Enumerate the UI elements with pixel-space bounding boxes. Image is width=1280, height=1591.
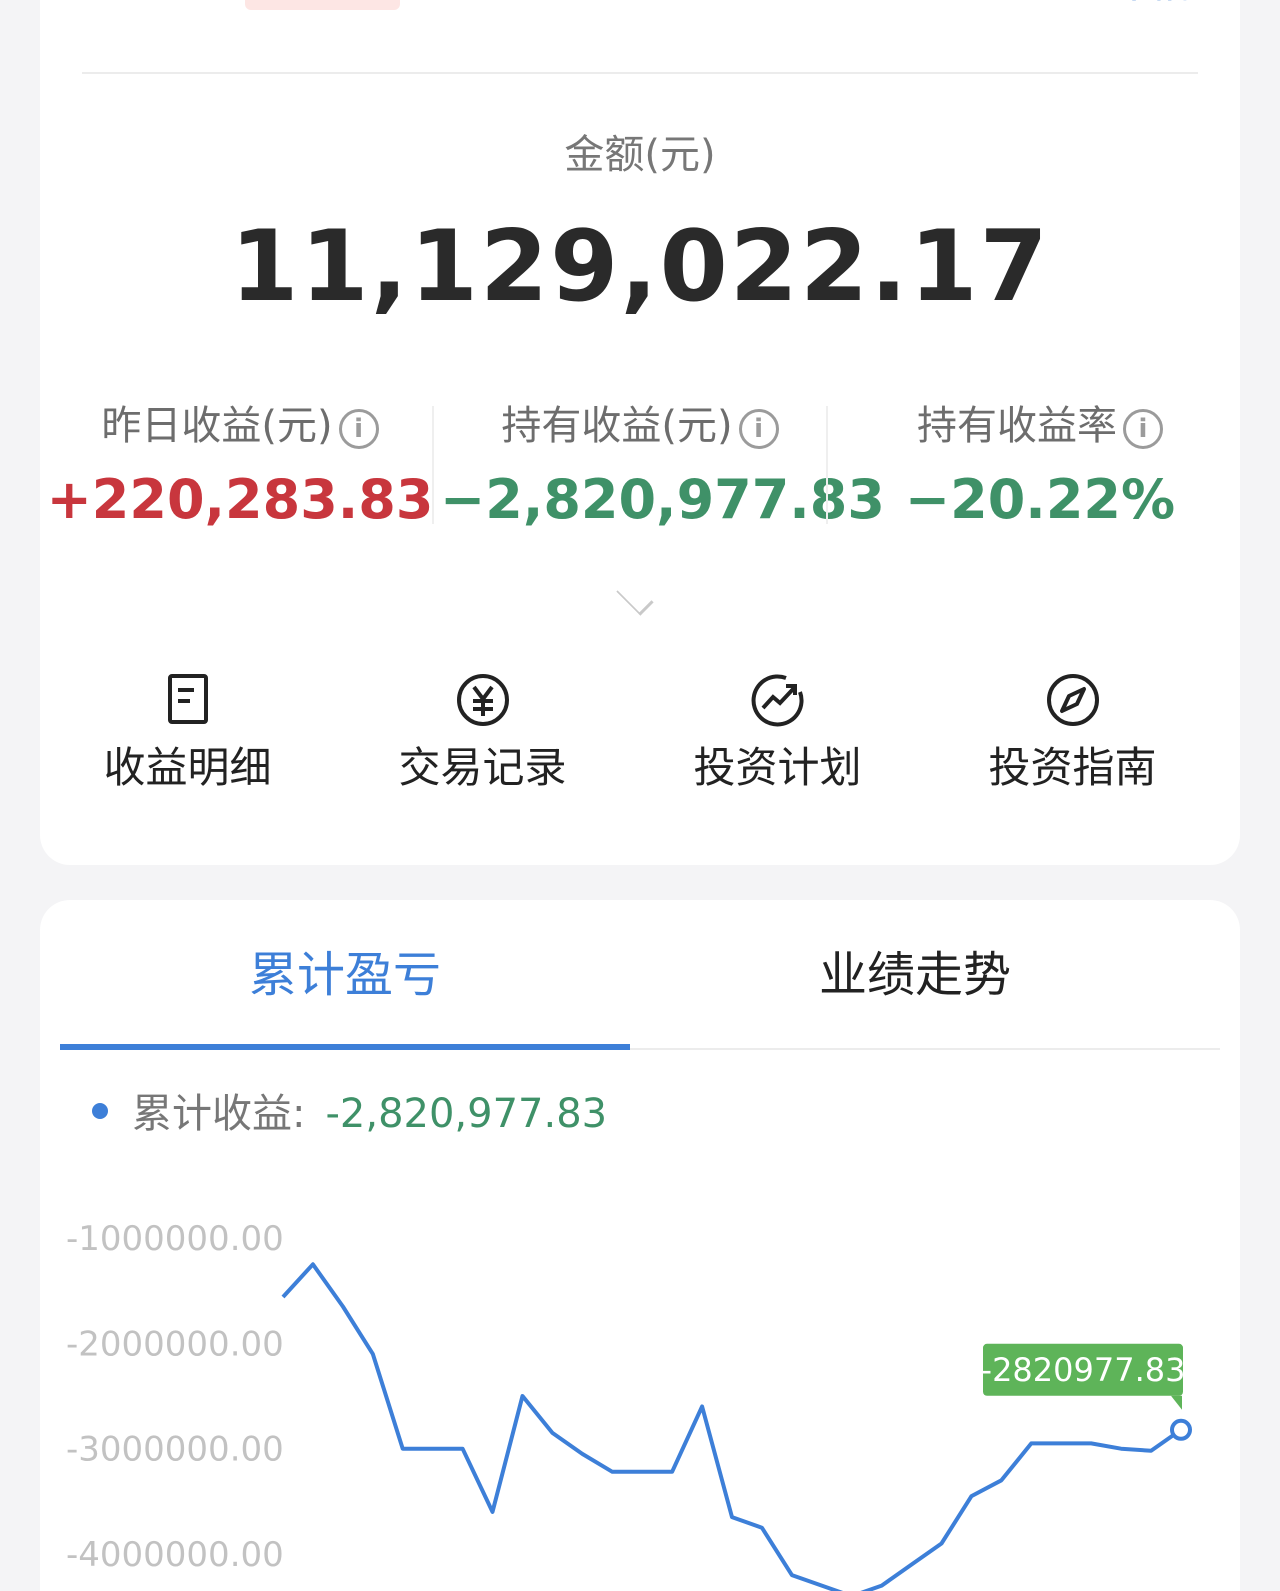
amount-value: 11,129,022.17 (230, 210, 1050, 324)
stat-label-text: 持有收益率 (917, 403, 1117, 449)
info-icon[interactable]: i (1123, 409, 1163, 449)
tooltip-value: -2820977.83 (981, 1351, 1186, 1389)
document-icon (167, 674, 208, 724)
info-icon[interactable]: i (738, 409, 779, 449)
y-tick-label: -2000000.00 (66, 1324, 284, 1364)
trend-up-icon (751, 674, 804, 727)
earnings-detail-button[interactable]: 收益明细 (40, 670, 335, 796)
info-icon[interactable]: i (338, 409, 379, 449)
highlight-point (1170, 1418, 1192, 1441)
holding-earnings-label[interactable]: 持有收益(元) i (440, 400, 840, 452)
holding-return-rate-label[interactable]: 持有收益率 i (840, 400, 1240, 452)
y-tick-label: -1000000.00 (66, 1219, 284, 1259)
yesterday-earnings: 昨日收益(元) i +220,283.83 (40, 400, 440, 536)
stat-separator (826, 406, 828, 524)
stat-label-text: 持有收益(元) (501, 403, 733, 449)
transaction-records-label: 交易记录 (398, 743, 567, 792)
cumulative-pnl-line (281, 1262, 1183, 1591)
yesterday-earnings-label[interactable]: 昨日收益(元) i (40, 400, 440, 452)
earnings-stats: 昨日收益(元) i +220,283.83 持有收益(元) i −2,820,977… (40, 400, 1240, 531)
yuan-circle-icon (456, 674, 509, 726)
holding-return-rate-value: −20.22% (904, 468, 1176, 531)
assets-summary-card: 详情 金额(元) 11,129,022.17 昨日收益(元)i +220,283… (40, 0, 1240, 865)
holding-earnings-value: −2,820,977.83 (440, 468, 885, 531)
cumulative-pnl-chart[interactable]: -1000000.00 -2000000.00 -3000000.00 -400000… (40, 900, 1240, 1591)
earnings-detail-label: 收益明细 (103, 743, 272, 792)
holding-return-rate: 持有收益率 i −20.22% (840, 400, 1240, 536)
investment-guide-label: 投资指南 (988, 743, 1157, 792)
performance-card: 累计盈亏 业绩走势 累计收益: -2,820,977.83 -1000000.00… (40, 900, 1240, 1591)
app-page: 详情 金额(元) 11,129,022.17 昨日收益(元)i +220,283… (0, 0, 1280, 1591)
stat-separator (432, 406, 434, 524)
product-tag (245, 0, 400, 10)
stat-label-text: 昨日收益(元) (101, 403, 333, 449)
amount-label: 金额(元) (564, 132, 716, 178)
investment-plan-button[interactable]: 投资计划 (630, 670, 925, 796)
quick-actions: 收益明细 交易记录 投资计划 投资指南 (40, 670, 1240, 810)
divider (82, 72, 1198, 74)
holding-earnings: 持有收益(元) i −2,820,977.83 (440, 400, 885, 536)
compass-icon (1046, 674, 1099, 726)
investment-plan-label: 投资计划 (693, 743, 862, 792)
y-tick-label: -3000000.00 (66, 1430, 284, 1470)
transaction-records-button[interactable]: 交易记录 (335, 670, 630, 796)
chevron-down-icon[interactable] (616, 578, 654, 616)
details-link[interactable]: 详情 (1102, 0, 1198, 2)
investment-guide-button[interactable]: 投资指南 (925, 670, 1220, 796)
yesterday-earnings-value: +220,283.83 (46, 468, 434, 531)
y-tick-label: -4000000.00 (66, 1535, 284, 1575)
tooltip-pointer (1171, 1395, 1182, 1410)
